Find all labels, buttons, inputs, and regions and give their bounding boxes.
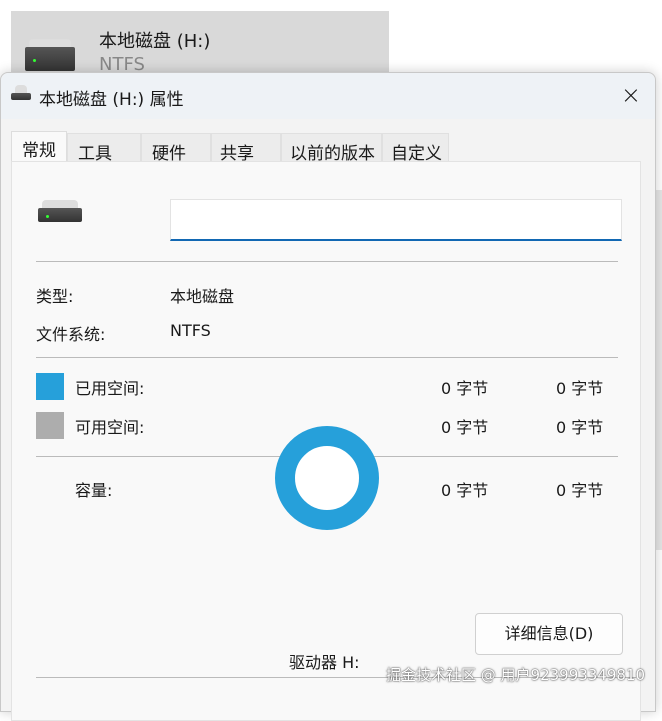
properties-dialog: 本地磁盘 (H:) 属性 × 常规 工具 硬件 共享 以前的版本 自定义 类型:… xyxy=(0,72,656,721)
drive-icon xyxy=(11,85,31,100)
background-scrollbar xyxy=(655,190,662,550)
general-panel: 类型: 本地磁盘 文件系统: NTFS 已用空间: 0 字节 0 字节 可用空间… xyxy=(11,161,641,721)
divider xyxy=(36,261,618,262)
type-label: 类型: xyxy=(36,287,74,306)
tab-general[interactable]: 常规 xyxy=(11,131,67,162)
tab-hardware[interactable]: 硬件 xyxy=(141,133,211,164)
used-color-swatch xyxy=(36,373,64,400)
background-drive-item[interactable]: 本地磁盘 (H:) NTFS xyxy=(11,11,389,81)
used-label: 已用空间: xyxy=(75,379,145,398)
tab-previous-versions[interactable]: 以前的版本 xyxy=(281,133,382,164)
watermark: 掘金技术社区 @ 用户923993349810 xyxy=(386,666,646,684)
close-icon[interactable]: × xyxy=(621,81,641,109)
capacity-size: 0 字节 xyxy=(556,481,604,500)
divider xyxy=(36,357,618,358)
tab-bar: 常规 工具 硬件 共享 以前的版本 自定义 xyxy=(11,131,449,164)
filesystem-label: 文件系统: xyxy=(36,325,106,344)
drive-icon xyxy=(38,200,82,222)
tab-customize[interactable]: 自定义 xyxy=(382,133,449,164)
capacity-label: 容量: xyxy=(75,481,113,500)
tab-tools[interactable]: 工具 xyxy=(67,133,141,164)
title-bar: 本地磁盘 (H:) 属性 × xyxy=(1,73,655,119)
tab-sharing[interactable]: 共享 xyxy=(211,133,281,164)
used-size: 0 字节 xyxy=(556,379,604,398)
usage-donut-chart xyxy=(275,426,379,530)
drive-icon xyxy=(25,39,75,71)
capacity-bytes: 0 字节 xyxy=(441,481,489,500)
free-size: 0 字节 xyxy=(556,418,604,437)
dialog-title: 本地磁盘 (H:) 属性 xyxy=(39,90,184,110)
details-button[interactable]: 详细信息(D) xyxy=(475,613,623,655)
volume-name-input[interactable] xyxy=(170,199,622,241)
drive-name: 本地磁盘 (H:) xyxy=(99,31,211,52)
free-label: 可用空间: xyxy=(75,418,145,437)
type-value: 本地磁盘 xyxy=(170,287,235,306)
free-bytes: 0 字节 xyxy=(441,418,489,437)
filesystem-value: NTFS xyxy=(170,321,211,340)
drive-label: 驱动器 H: xyxy=(289,653,360,672)
free-color-swatch xyxy=(36,412,64,439)
used-bytes: 0 字节 xyxy=(441,379,489,398)
